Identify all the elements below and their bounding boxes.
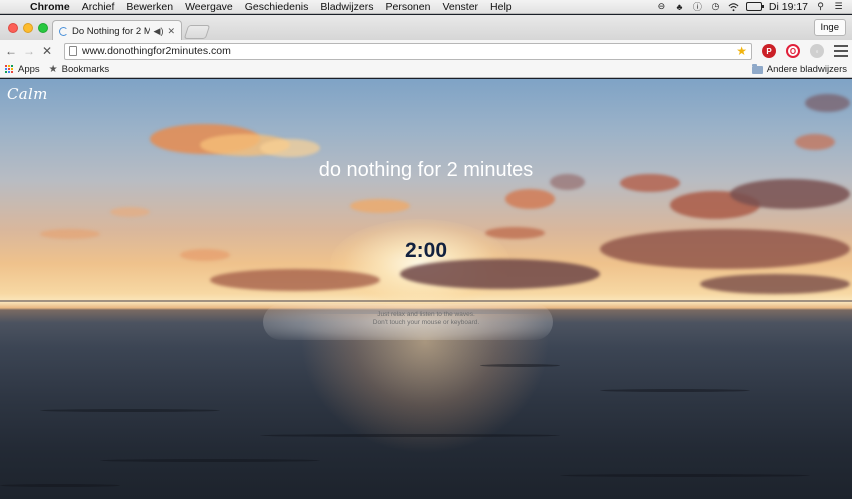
- close-window-button[interactable]: [8, 23, 18, 33]
- chrome-menu-icon[interactable]: [834, 45, 848, 57]
- star-icon: ★: [48, 64, 58, 75]
- wave: [480, 364, 560, 367]
- cloud: [260, 139, 320, 157]
- instruction-text: Just relax and listen to the waves. Don'…: [0, 311, 852, 327]
- menu-bewerken[interactable]: Bewerken: [120, 1, 179, 13]
- page-viewport: Calm do nothing for 2 minutes 2:00 Just …: [0, 79, 852, 499]
- instruction-line-2: Don't touch your mouse or keyboard.: [372, 319, 480, 326]
- chrome-tab-strip: Do Nothing for 2 Minutes ◀) ✕ Inge: [0, 15, 852, 41]
- battery-icon[interactable]: [745, 2, 764, 11]
- calm-logo[interactable]: Calm: [7, 85, 48, 103]
- bookmarks-bar: Apps ★ Bookmarks Andere bladwijzers: [0, 62, 852, 78]
- wave: [560, 474, 810, 477]
- address-bar[interactable]: ★: [64, 42, 752, 60]
- new-tab-button[interactable]: [183, 25, 211, 39]
- menu-venster[interactable]: Venster: [436, 1, 484, 13]
- maximize-window-button[interactable]: [38, 23, 48, 33]
- url-input[interactable]: [82, 45, 732, 57]
- folder-icon: [751, 63, 763, 74]
- forward-arrow-icon[interactable]: →: [22, 44, 36, 58]
- status-menu-area: ⊖ ♣ ⓘ ◷ Di 19:17 ⚲ ☰: [656, 1, 852, 13]
- minimize-window-button[interactable]: [23, 23, 33, 33]
- wave: [100, 459, 320, 462]
- bookmark-bookmarks-label: Bookmarks: [61, 64, 110, 75]
- cloud: [505, 189, 555, 209]
- horizon-line: [0, 300, 852, 302]
- wave: [260, 434, 560, 437]
- menubar-clock[interactable]: Di 19:17: [769, 1, 808, 13]
- close-tab-icon[interactable]: ✕: [167, 26, 175, 37]
- stop-loading-icon[interactable]: ✕: [40, 44, 54, 58]
- window-controls: [8, 23, 48, 33]
- cloud: [110, 207, 150, 217]
- speaker-icon[interactable]: ◀): [154, 26, 164, 37]
- cloud: [40, 229, 100, 239]
- page-icon: [69, 46, 77, 56]
- notification-center-icon[interactable]: ☰: [833, 1, 844, 12]
- cloud: [730, 179, 850, 209]
- back-arrow-icon[interactable]: ←: [4, 44, 18, 58]
- macos-menu-bar: Chrome Archief Bewerken Weergave Geschie…: [0, 0, 852, 14]
- wave: [0, 484, 120, 487]
- loading-spinner-icon: [59, 26, 68, 36]
- evernote-icon[interactable]: ♣: [674, 1, 685, 12]
- bookmark-star-icon[interactable]: ★: [736, 44, 747, 58]
- wifi-icon[interactable]: [728, 1, 739, 12]
- profile-button[interactable]: Inge: [813, 19, 846, 36]
- apps-grid-icon: [5, 65, 14, 74]
- menu-weergave[interactable]: Weergave: [179, 1, 239, 13]
- menu-app-chrome[interactable]: Chrome: [24, 1, 76, 13]
- cloud: [400, 259, 600, 289]
- bookmark-bookmarks[interactable]: ★ Bookmarks: [49, 64, 109, 75]
- cloud: [350, 199, 410, 213]
- instruction-line-1: Just relax and listen to the waves.: [377, 311, 475, 318]
- countdown-timer: 2:00: [404, 239, 448, 262]
- page-headline: do nothing for 2 minutes: [318, 159, 534, 181]
- cloud: [795, 134, 835, 150]
- chrome-toolbar: ← → ✕ ★ P O ◦: [0, 40, 852, 62]
- extension-icon[interactable]: ◦: [810, 44, 824, 58]
- menu-archief[interactable]: Archief: [76, 1, 121, 13]
- do-not-disturb-icon[interactable]: ⊖: [656, 1, 667, 12]
- tab-active[interactable]: Do Nothing for 2 Minutes ◀) ✕: [52, 20, 182, 41]
- tab-title: Do Nothing for 2 Minutes: [72, 25, 150, 37]
- bookmark-other-folder[interactable]: Andere bladwijzers: [751, 63, 847, 75]
- pinterest-extension-icon[interactable]: P: [762, 44, 776, 58]
- bookmark-apps[interactable]: Apps: [5, 64, 40, 75]
- cloud: [700, 274, 850, 294]
- cloud: [485, 227, 545, 239]
- bookmark-apps-label: Apps: [18, 64, 40, 75]
- menu-geschiedenis[interactable]: Geschiedenis: [239, 1, 315, 13]
- cloud: [805, 94, 850, 112]
- menu-help[interactable]: Help: [484, 1, 518, 13]
- info-icon[interactable]: ⓘ: [692, 1, 703, 12]
- wave: [600, 389, 750, 392]
- cloud: [210, 269, 380, 291]
- wave: [40, 409, 220, 412]
- time-machine-icon[interactable]: ◷: [710, 1, 721, 12]
- bookmark-other-label: Andere bladwijzers: [766, 64, 847, 75]
- menu-bladwijzers[interactable]: Bladwijzers: [314, 1, 379, 13]
- spotlight-search-icon[interactable]: ⚲: [815, 1, 826, 12]
- opera-extension-icon[interactable]: O: [786, 44, 800, 58]
- menu-personen[interactable]: Personen: [379, 1, 436, 13]
